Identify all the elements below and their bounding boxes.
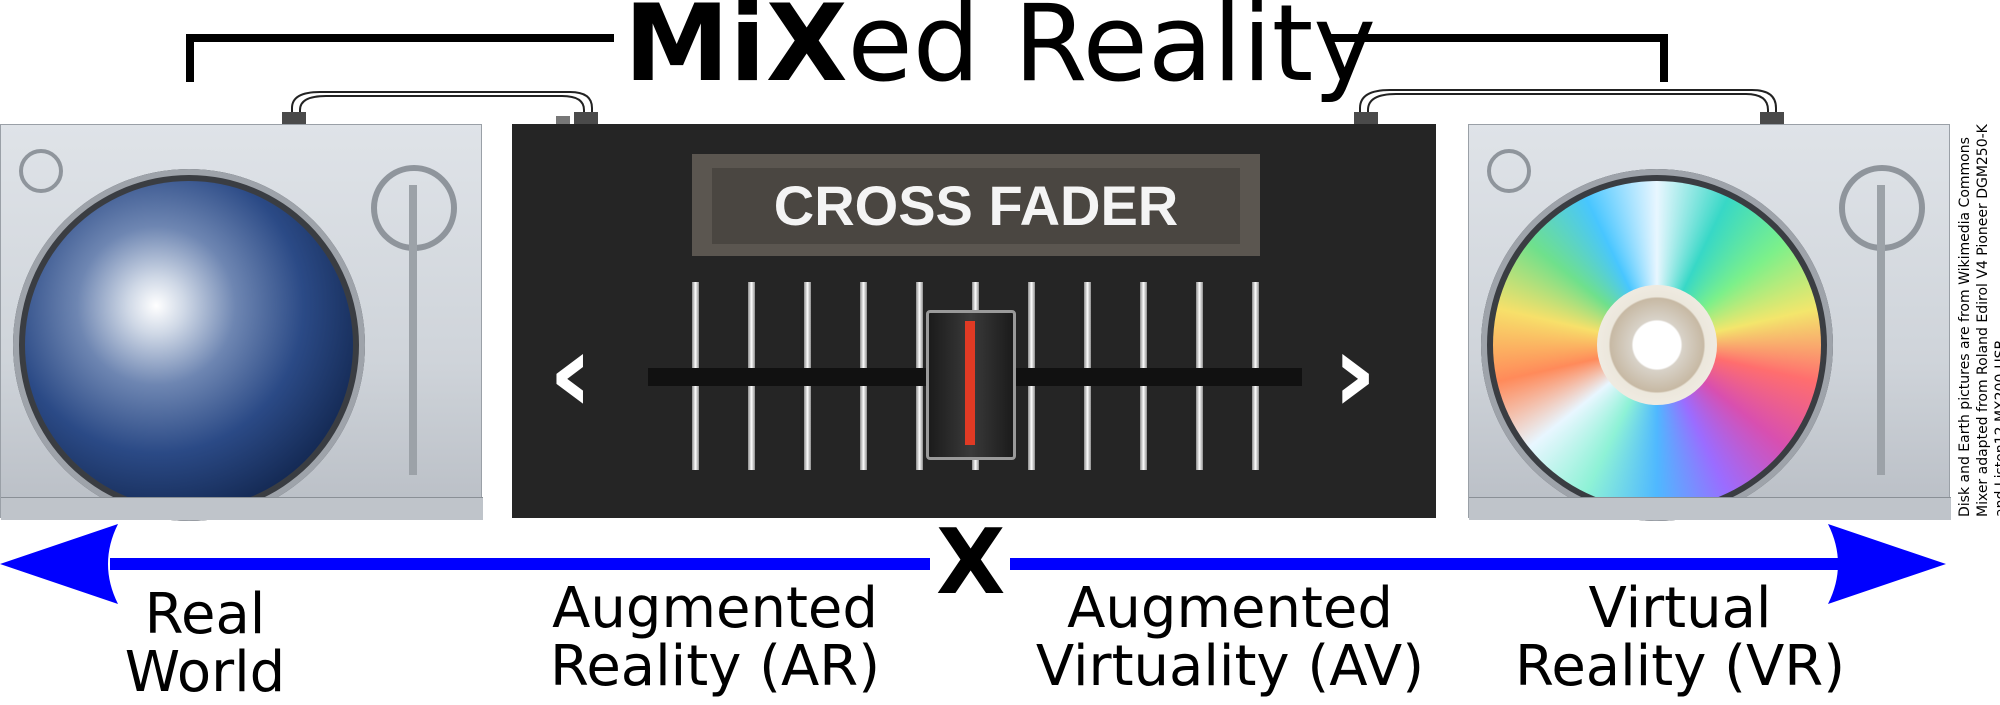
- tonearm-icon: [1877, 185, 1885, 475]
- turntable-base-strip: [1469, 497, 1951, 520]
- audio-cables: [282, 89, 1784, 124]
- speed-knob-icon: [1487, 149, 1531, 193]
- tonearm-icon: [409, 185, 417, 475]
- region-label-augmented-virtuality: Augmented Virtuality (AV): [1035, 576, 1425, 700]
- cross-fader-label: CROSS FADER: [712, 168, 1240, 244]
- image-credit: Disk and Earth pictures are from Wikimed…: [1957, 124, 2000, 517]
- center-x-mark: X: [936, 510, 1006, 615]
- left-turntable-icon: [0, 124, 483, 521]
- fader-knob-icon[interactable]: [926, 310, 1016, 460]
- turntable-base-strip: [1, 497, 483, 520]
- right-turntable-icon: [1468, 124, 1951, 521]
- earth-icon: [25, 181, 353, 509]
- region-label-augmented-reality: Augmented Reality (AR): [549, 576, 881, 700]
- chevron-left-icon: ‹: [548, 309, 594, 437]
- speed-knob-icon: [19, 149, 63, 193]
- cd-hub: [1597, 285, 1717, 405]
- fader-knob-stripe: [965, 321, 975, 445]
- region-label-virtual-reality: Virtual Reality (VR): [1514, 576, 1846, 700]
- chevron-right-icon: ›: [1332, 309, 1378, 437]
- region-label-real-world: Real World: [124, 582, 286, 705]
